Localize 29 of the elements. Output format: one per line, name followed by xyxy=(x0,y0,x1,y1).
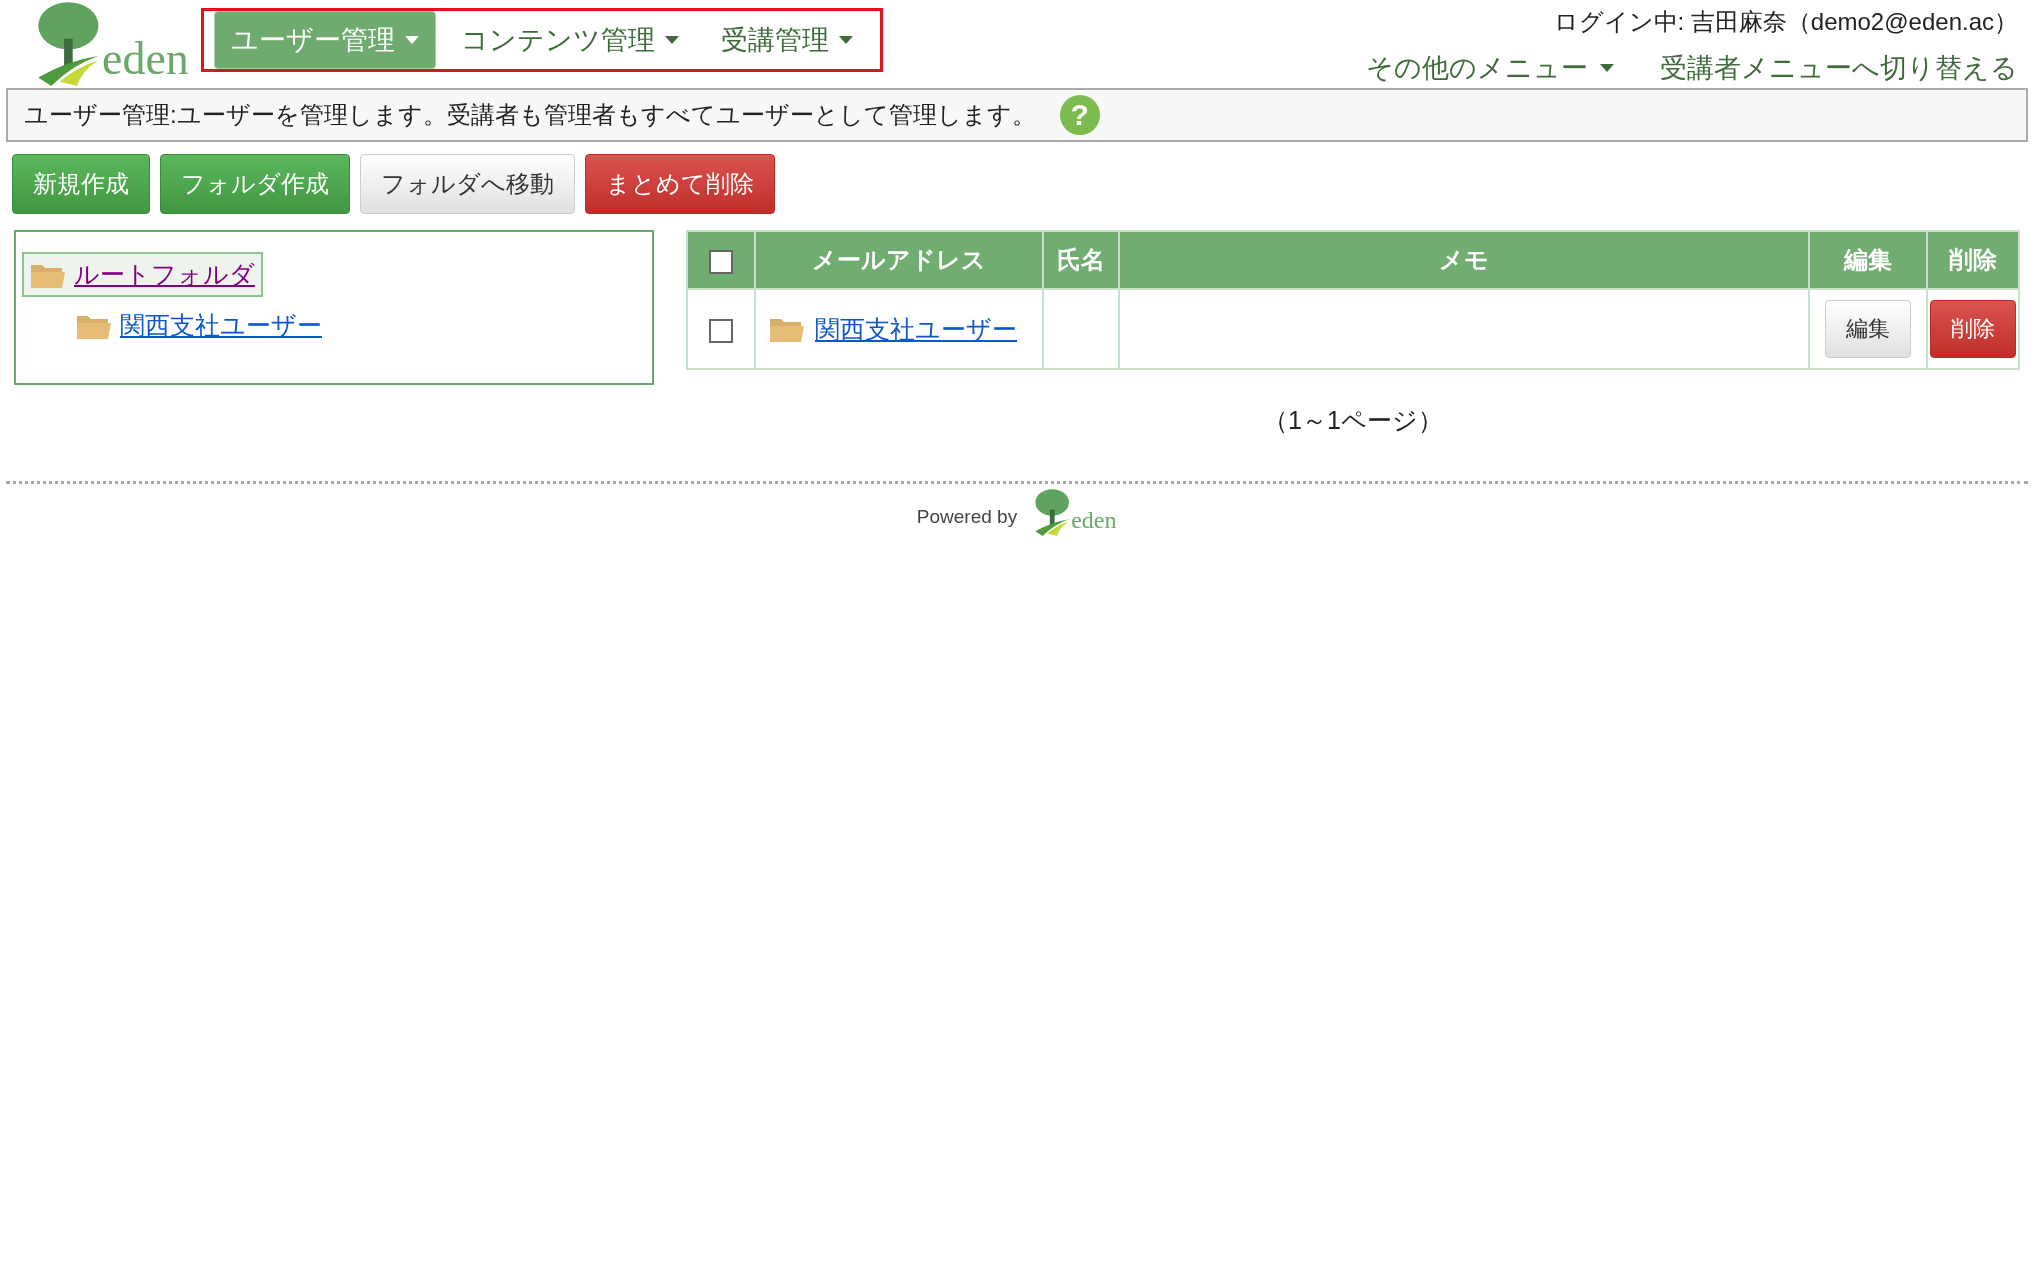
powered-by-text: Powered by xyxy=(916,506,1018,528)
nav-menu[interactable]: 受講管理 xyxy=(704,11,870,69)
edit-button[interactable]: 編集 xyxy=(1825,300,1911,358)
column-header: メールアドレス xyxy=(755,231,1043,289)
column-header: 削除 xyxy=(1927,231,2019,289)
toolbar-button[interactable]: まとめて削除 xyxy=(585,154,775,214)
delete-button[interactable]: 削除 xyxy=(1930,300,2016,358)
page-count: （1～1ページ） xyxy=(1262,405,1444,436)
folder-link[interactable]: ルートフォルダ xyxy=(74,258,255,291)
caret-icon xyxy=(839,36,853,44)
caret-icon xyxy=(665,36,679,44)
select-all-checkbox[interactable] xyxy=(709,249,733,274)
nav-menu[interactable]: コンテンツ管理 xyxy=(444,11,696,69)
folder-link[interactable]: 関西支社ユーザー xyxy=(815,312,1017,346)
eden-logo: eden xyxy=(1021,488,1118,536)
column-header: メモ xyxy=(1119,231,1809,289)
menu-link[interactable]: その他のメニュー xyxy=(1366,50,1614,86)
row-checkbox[interactable] xyxy=(709,318,733,343)
menu-link[interactable]: 受講者メニューへ切り替える xyxy=(1660,50,2018,86)
column-header: 氏名 xyxy=(1043,231,1119,289)
login-status: ログイン中: 吉田麻奈（demo2@eden.ac） xyxy=(1553,7,2018,37)
caret-icon xyxy=(405,36,419,44)
toolbar-button[interactable]: フォルダへ移動 xyxy=(360,154,575,214)
tree-node[interactable]: 関西支社ユーザー xyxy=(68,303,330,348)
folder-link[interactable]: 関西支社ユーザー xyxy=(120,309,322,342)
description-text: ユーザー管理:ユーザーを管理します。受講者も管理者もすべてユーザーとして管理します。 xyxy=(24,100,1036,130)
caret-icon xyxy=(1600,64,1614,72)
tree-node[interactable]: ルートフォルダ xyxy=(22,252,263,297)
column-header: 編集 xyxy=(1809,231,1927,289)
